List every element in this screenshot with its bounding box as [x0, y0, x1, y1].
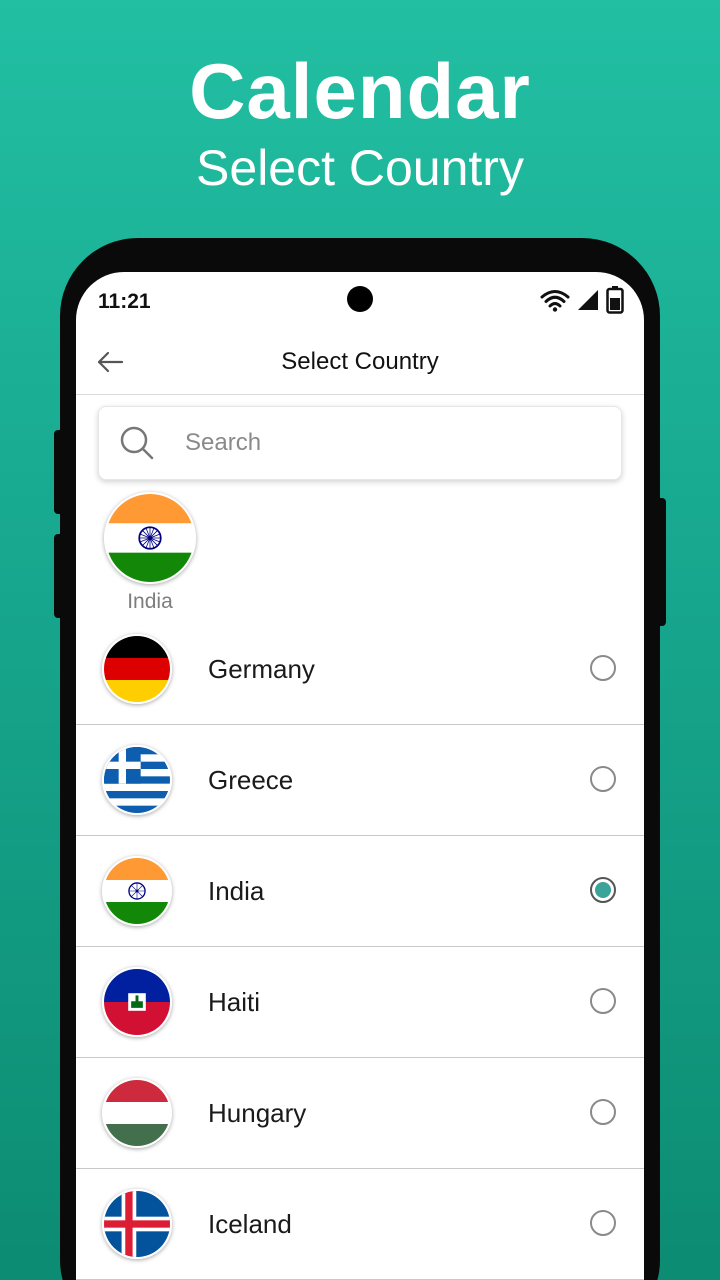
germany-flag-icon [102, 634, 172, 704]
country-name: Greece [208, 765, 294, 795]
country-list: Germany Greece India Haiti Hungary Icela… [76, 614, 644, 1280]
selected-country-chip[interactable]: India [104, 492, 196, 614]
india-flag-icon [104, 492, 196, 584]
country-radio[interactable] [590, 988, 616, 1014]
country-radio[interactable] [590, 1099, 616, 1125]
iceland-flag-icon [102, 1189, 172, 1259]
country-radio-selected[interactable] [590, 877, 616, 903]
haiti-flag-icon [102, 967, 172, 1037]
country-row-india[interactable]: India [76, 836, 644, 947]
wifi-icon [540, 290, 570, 312]
country-name: Haiti [208, 987, 261, 1017]
status-icons [540, 286, 624, 314]
country-name: Hungary [208, 1098, 307, 1128]
phone-screen: 11:21 Select Country Search India German… [76, 272, 644, 1280]
country-name: Germany [208, 654, 315, 684]
country-row-haiti[interactable]: Haiti [76, 947, 644, 1058]
volume-up-button [54, 430, 64, 514]
country-row-germany[interactable]: Germany [76, 614, 644, 725]
hungary-flag-icon [102, 1078, 172, 1148]
country-row-iceland[interactable]: Iceland [76, 1169, 644, 1280]
app-bar: Select Country [76, 330, 644, 395]
battery-icon [606, 286, 624, 314]
search-box[interactable] [98, 406, 622, 480]
greece-flag-icon [102, 745, 172, 815]
selected-country-label: India [127, 590, 173, 613]
power-button [656, 498, 666, 626]
promo-title: Calendar [189, 47, 531, 135]
status-time: 11:21 [98, 290, 151, 313]
country-row-greece[interactable]: Greece [76, 725, 644, 836]
signal-icon [578, 290, 598, 310]
country-radio[interactable] [590, 766, 616, 792]
front-camera [347, 286, 373, 312]
promo-subtitle: Select Country [196, 140, 524, 196]
volume-down-button [54, 534, 64, 618]
search-icon [120, 426, 154, 460]
country-name: Iceland [208, 1209, 292, 1239]
country-name: India [208, 876, 265, 906]
search-input[interactable] [185, 407, 605, 479]
country-radio[interactable] [590, 1210, 616, 1236]
status-bar: 11:21 [76, 272, 644, 330]
india-flag-icon [102, 856, 172, 926]
page-title: Select Country [281, 348, 439, 375]
country-row-hungary[interactable]: Hungary [76, 1058, 644, 1169]
country-radio[interactable] [590, 655, 616, 681]
